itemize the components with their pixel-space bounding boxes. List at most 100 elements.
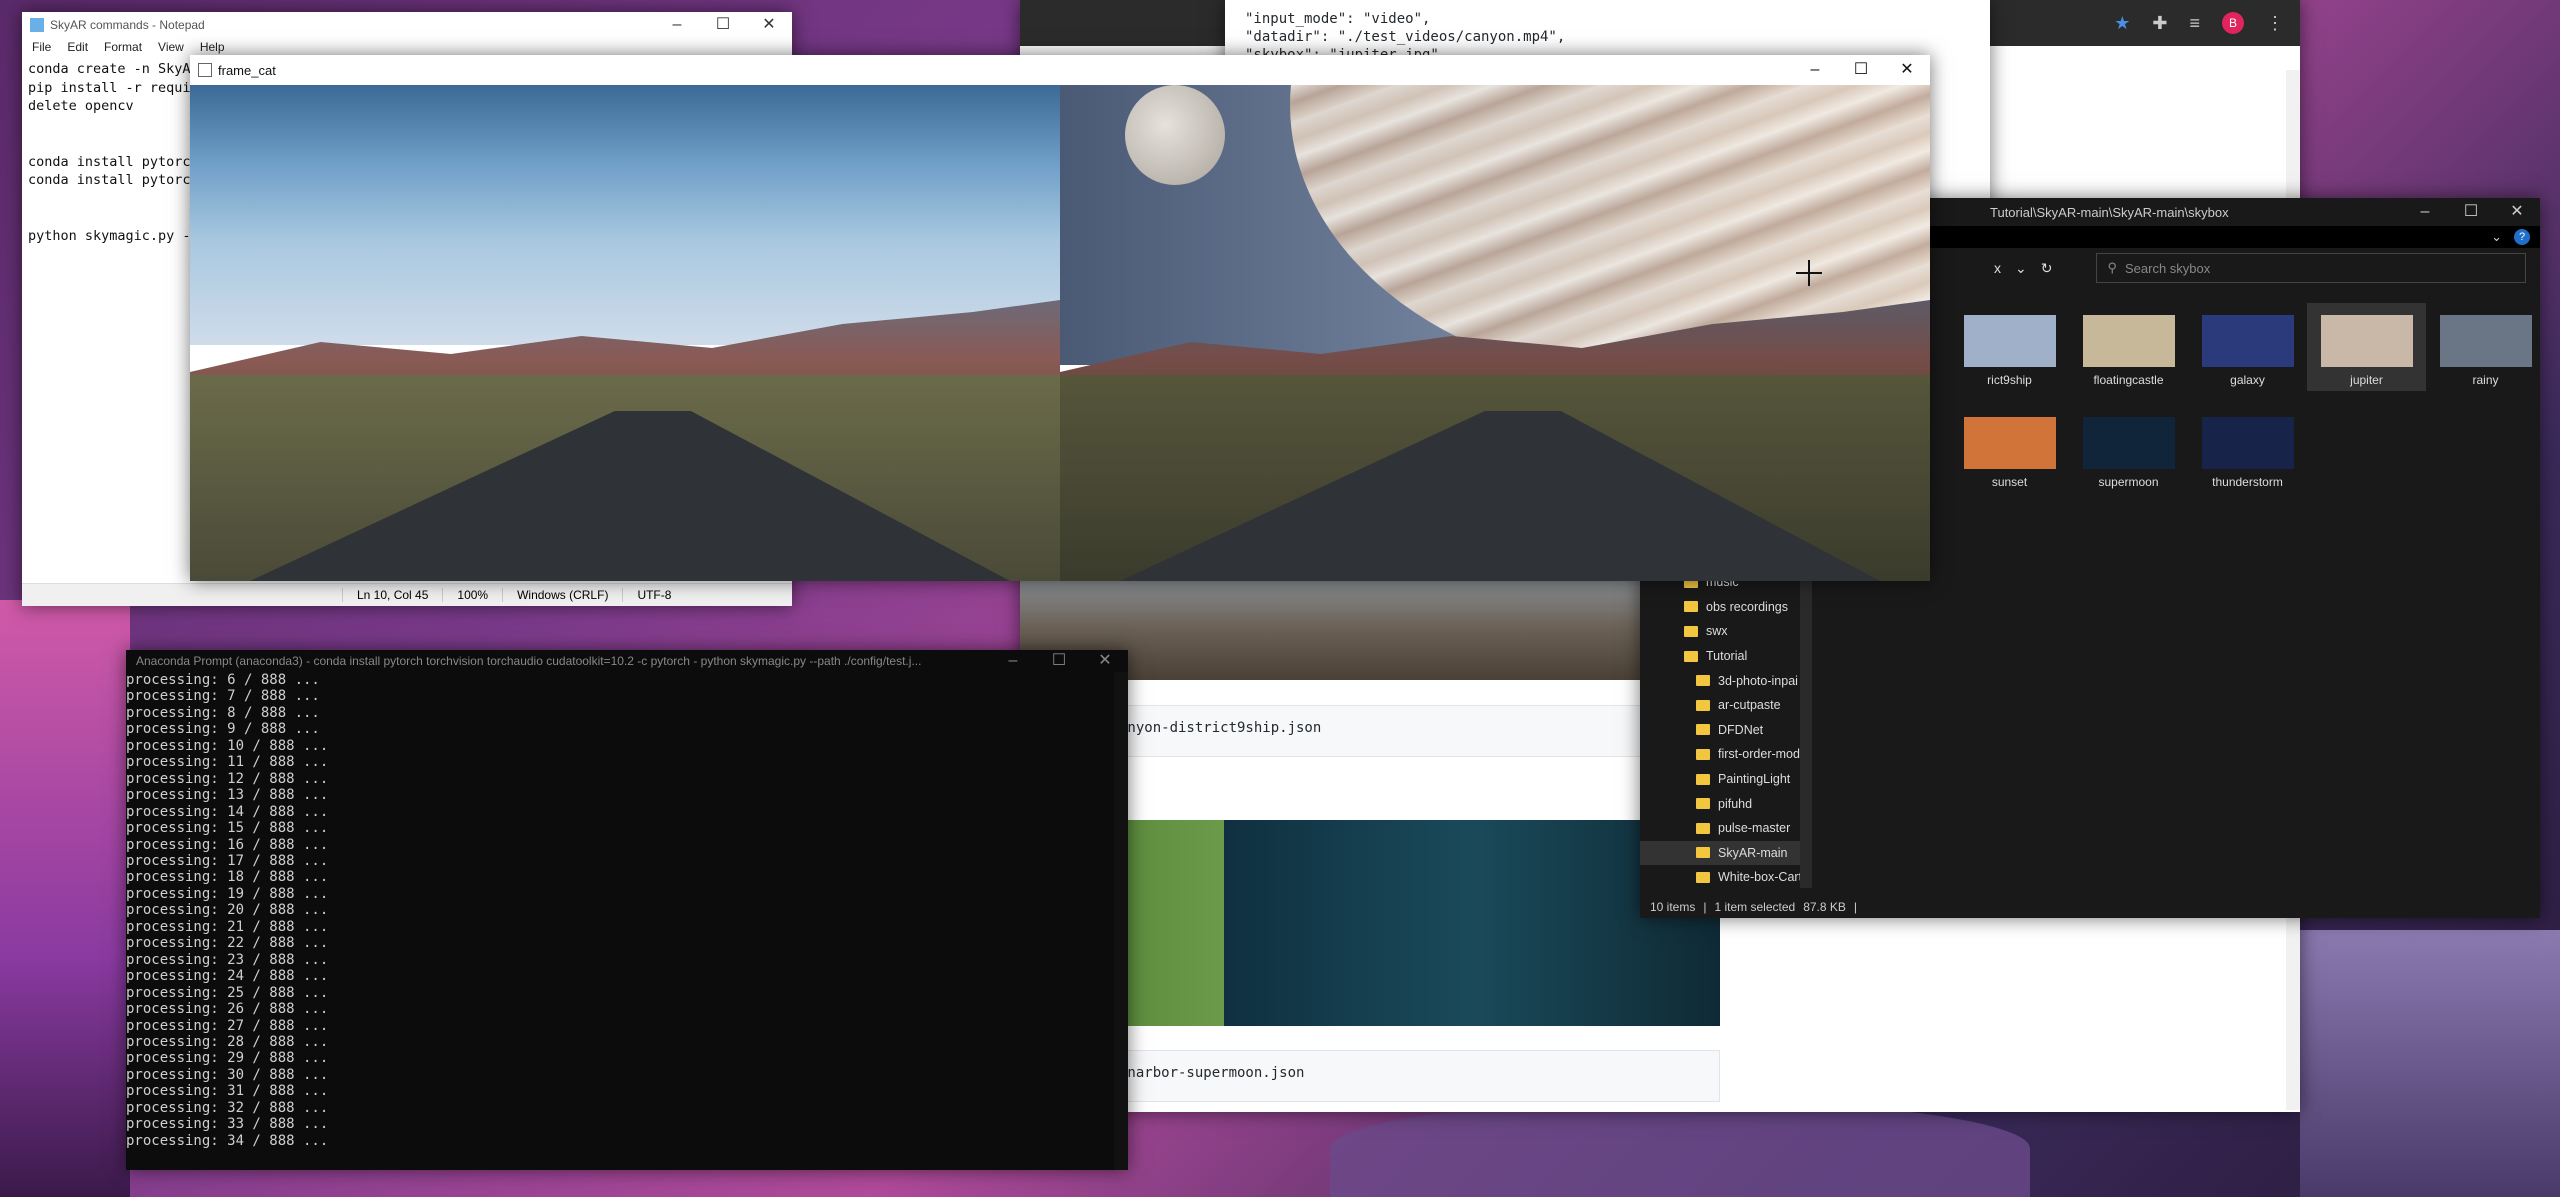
scrollbar[interactable]	[1114, 672, 1128, 1170]
thumbnail-item[interactable]: sunset	[1950, 405, 2069, 493]
minimize-icon[interactable]: –	[654, 13, 700, 37]
tree-item[interactable]: DFDNet	[1640, 718, 1812, 743]
console-line: processing: 20 / 888 ...	[126, 902, 329, 919]
app-icon	[198, 63, 212, 77]
tree-item[interactable]: pulse-master	[1640, 816, 1812, 841]
thumbnail-item[interactable]: jupiter	[2307, 303, 2426, 391]
folder-icon	[1696, 675, 1710, 687]
console-line: processing: 8 / 888 ...	[126, 704, 320, 721]
thumbnail-item[interactable]: rict9ship	[1950, 303, 2069, 391]
thumbnail-image	[1963, 315, 2056, 367]
star-icon[interactable]: ★	[2114, 13, 2130, 34]
tree-item[interactable]: swx	[1640, 619, 1812, 644]
tree-item[interactable]: first-order-mod	[1640, 742, 1812, 767]
desktop-art	[2300, 930, 2560, 1197]
tree-item[interactable]: 3d-photo-inpai	[1640, 668, 1812, 693]
minimize-icon[interactable]: –	[990, 649, 1036, 673]
extensions-icon[interactable]: ✚	[2152, 13, 2167, 34]
thumbnail-image	[2320, 315, 2413, 367]
menu-icon[interactable]: ⋮	[2266, 13, 2284, 34]
maximize-icon[interactable]: ☐	[1036, 649, 1082, 673]
close-icon[interactable]: ✕	[746, 13, 792, 37]
console-line: processing: 34 / 888 ...	[126, 1132, 329, 1149]
nav-tree: music obs recordings swx Tutorial 3d-photo-i…	[1640, 570, 1812, 888]
console-line: processing: 10 / 888 ...	[126, 737, 329, 754]
console-line: processing: 28 / 888 ...	[126, 1033, 329, 1050]
console-line: processing: 31 / 888 ...	[126, 1083, 329, 1100]
thumbnail-image	[1963, 417, 2056, 469]
folder-icon	[1696, 871, 1710, 883]
console-line: processing: 16 / 888 ...	[126, 836, 329, 853]
close-icon[interactable]: ✕	[1082, 649, 1128, 673]
console-line: processing: 11 / 888 ...	[126, 754, 329, 771]
maximize-icon[interactable]: ☐	[700, 13, 746, 37]
thumbnail-item[interactable]: galaxy	[2188, 303, 2307, 391]
maximize-icon[interactable]: ☐	[1838, 58, 1884, 82]
console-line: processing: 30 / 888 ...	[126, 1066, 329, 1083]
crosshair-cursor-icon	[1796, 260, 1822, 286]
chevron-down-icon[interactable]: ⌄	[2491, 226, 2502, 248]
explorer-path: Tutorial\SkyAR-main\SkyAR-main\skybox	[1990, 204, 2229, 220]
folder-icon	[1696, 773, 1710, 785]
console-line: processing: 7 / 888 ...	[126, 688, 320, 705]
chevron-down-icon[interactable]: ⌄	[2015, 260, 2027, 277]
folder-icon	[1696, 822, 1710, 834]
tree-item[interactable]: SkyAR-main	[1640, 840, 1812, 866]
thumbnail-item[interactable]: supermoon	[2069, 405, 2188, 493]
thumbnail-image	[2082, 315, 2175, 367]
thumbnail-label: rict9ship	[1987, 373, 2032, 387]
notepad-menubar: File Edit Format View Help	[22, 38, 792, 56]
console-line: processing: 26 / 888 ...	[126, 1001, 329, 1018]
maximize-icon[interactable]: ☐	[2448, 200, 2494, 224]
console-line: processing: 13 / 888 ...	[126, 787, 329, 804]
thumbnail-item[interactable]: rainy	[2426, 303, 2545, 391]
console-line: processing: 9 / 888 ...	[126, 721, 320, 738]
thumbnail-label: rainy	[2472, 373, 2499, 387]
result-frame	[1060, 85, 1930, 581]
help-icon[interactable]: ?	[2514, 229, 2530, 245]
thumbnail-item[interactable]: floatingcastle	[2069, 303, 2188, 391]
close-icon[interactable]: ✕	[2494, 200, 2540, 224]
close-icon[interactable]: ✕	[1884, 58, 1930, 82]
avatar[interactable]: B	[2222, 12, 2244, 34]
search-input[interactable]: ⚲ Search skybox	[2096, 253, 2526, 283]
desktop-art	[1330, 1100, 2030, 1197]
console-line: processing: 12 / 888 ...	[126, 770, 329, 787]
thumbnail-label: thunderstorm	[2212, 475, 2283, 489]
tree-item[interactable]: PaintingLight	[1640, 767, 1812, 792]
tree-item[interactable]: Tutorial	[1640, 644, 1812, 669]
notepad-title: SkyAR commands - Notepad	[50, 18, 205, 32]
original-frame	[190, 85, 1060, 581]
console-line: processing: 22 / 888 ...	[126, 935, 329, 952]
prompt-titlebar: Anaconda Prompt (anaconda3) - conda inst…	[126, 650, 1128, 672]
menu-file[interactable]: File	[32, 40, 51, 54]
tree-item[interactable]: pifuhd	[1640, 791, 1812, 816]
console-line: processing: 6 / 888 ...	[126, 672, 320, 688]
tree-item[interactable]: ar-cutpaste	[1640, 693, 1812, 718]
thumbnail-label: jupiter	[2350, 373, 2383, 387]
menu-edit[interactable]: Edit	[67, 40, 88, 54]
playlist-icon[interactable]: ≡	[2189, 13, 2200, 34]
console-line: processing: 17 / 888 ...	[126, 852, 329, 869]
supermoon-image	[1100, 820, 1720, 1026]
folder-icon	[1684, 650, 1698, 662]
prompt-title: Anaconda Prompt (anaconda3) - conda inst…	[136, 654, 922, 668]
thumbnail-label: sunset	[1991, 475, 2028, 489]
folder-icon	[1684, 625, 1698, 637]
thumbnail-item[interactable]: thunderstorm	[2188, 405, 2307, 493]
menu-help[interactable]: Help	[200, 40, 225, 54]
tree-item[interactable]: White-box-Cart	[1640, 865, 1812, 888]
console-line: processing: 27 / 888 ...	[126, 1017, 329, 1034]
console-line: processing: 23 / 888 ...	[126, 951, 329, 968]
frame-cat-title: frame_cat	[218, 62, 276, 78]
thumbnail-image	[2201, 315, 2294, 367]
minimize-icon[interactable]: –	[2402, 200, 2448, 224]
console-line: processing: 18 / 888 ...	[126, 869, 329, 886]
tree-scrollbar[interactable]	[1800, 570, 1812, 888]
menu-view[interactable]: View	[158, 40, 184, 54]
refresh-icon[interactable]: ↻	[2041, 260, 2053, 277]
minimize-icon[interactable]: –	[1792, 58, 1838, 82]
menu-format[interactable]: Format	[104, 40, 142, 54]
tree-item[interactable]: obs recordings	[1640, 595, 1812, 620]
explorer-status: 10 items | 1 item selected 87.8 KB |	[1650, 900, 1858, 914]
